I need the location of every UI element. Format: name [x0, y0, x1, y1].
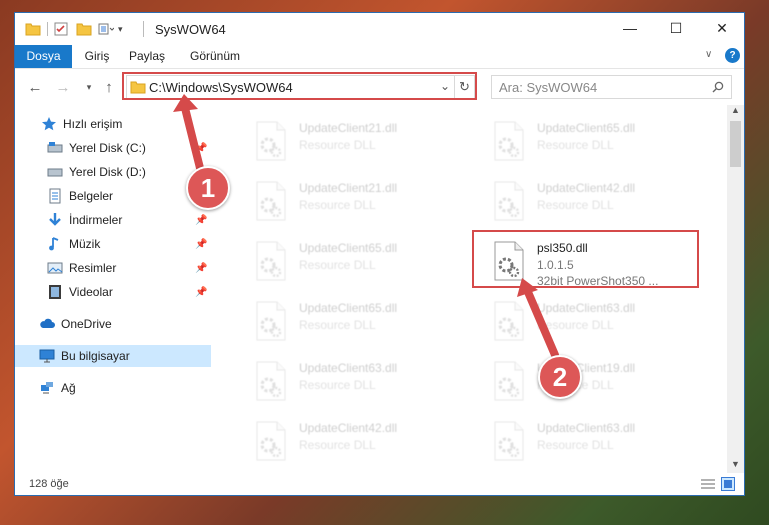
arrow-1-icon [173, 94, 559, 359]
step-2-badge: 2 [538, 355, 582, 399]
step-1-badge: 1 [186, 166, 230, 210]
